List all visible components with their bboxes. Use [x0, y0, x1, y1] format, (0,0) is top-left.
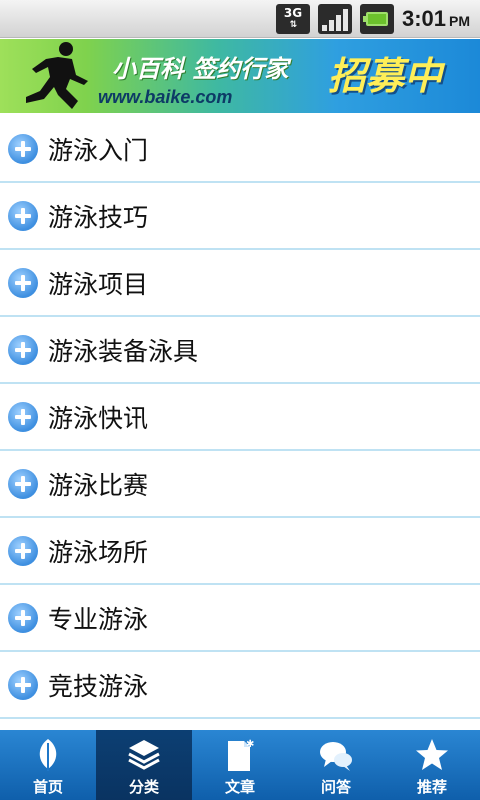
- expand-plus-icon: [8, 602, 38, 633]
- nav-label: 问答: [320, 778, 351, 796]
- expand-plus-icon: [8, 535, 38, 566]
- chat-bubbles-icon: [317, 736, 355, 774]
- banner-slogan: 小百科 签约行家: [112, 55, 289, 83]
- banner-headline: 招募中: [328, 54, 443, 98]
- star-icon: [413, 736, 451, 774]
- clock: 3:01 PM: [402, 6, 470, 32]
- list-item-label: 游泳入门: [48, 135, 149, 165]
- list-item-label: 专业游泳: [48, 604, 149, 634]
- list-item[interactable]: 游泳快讯: [0, 384, 480, 451]
- nav-label: 推荐: [416, 778, 447, 796]
- list-item[interactable]: 游泳入门: [0, 116, 480, 183]
- expand-plus-icon: [8, 200, 38, 231]
- list-item-label: 游泳项目: [48, 269, 149, 299]
- banner-url: www.baike.com: [98, 87, 233, 107]
- category-list: 游泳入门 游泳技巧 游泳项目 游泳装备泳具 游泳快讯 游泳比赛 游泳场所 专业游…: [0, 116, 480, 730]
- expand-plus-icon: [8, 401, 38, 432]
- battery-charging-icon: [359, 3, 394, 34]
- expand-plus-icon: [8, 267, 38, 298]
- data-arrows-icon: ⇅: [289, 19, 297, 30]
- nav-label: 文章: [224, 778, 255, 796]
- banner-ad[interactable]: 小百科 签约行家 www.baike.com 招募中: [0, 39, 480, 113]
- list-item[interactable]: 游泳技巧: [0, 183, 480, 250]
- list-item[interactable]: 专业游泳: [0, 585, 480, 652]
- status-bar: 3G ⇅ 3:01 PM: [0, 0, 480, 38]
- list-item[interactable]: 游泳场所: [0, 518, 480, 585]
- list-item[interactable]: 竞技游泳: [0, 652, 480, 719]
- layers-icon: [125, 736, 163, 774]
- list-item-label: 游泳比赛: [48, 470, 149, 500]
- list-item[interactable]: 游泳项目: [0, 250, 480, 317]
- nav-item-categories[interactable]: 分类: [96, 730, 192, 800]
- list-item-label: 游泳场所: [48, 537, 149, 567]
- clock-time: 3:01: [401, 5, 446, 31]
- list-item[interactable]: 游泳比赛: [0, 451, 480, 518]
- nav-item-articles[interactable]: ✱ 文章: [192, 730, 288, 800]
- expand-plus-icon: [8, 334, 38, 365]
- expand-plus-icon: [8, 133, 38, 164]
- nav-item-recommend[interactable]: 推荐: [384, 730, 480, 800]
- runner-silhouette-icon: [26, 42, 88, 109]
- nav-item-home[interactable]: 首页: [0, 730, 96, 800]
- nav-label: 分类: [128, 778, 159, 796]
- list-item-label: 游泳技巧: [48, 202, 149, 232]
- nav-label: 首页: [32, 778, 63, 796]
- svg-text:✱: ✱: [246, 739, 254, 750]
- list-item[interactable]: 游泳装备泳具: [0, 317, 480, 384]
- expand-plus-icon: [8, 468, 38, 499]
- network-label: 3G: [283, 5, 303, 20]
- signal-strength-icon: [317, 3, 352, 34]
- bottom-nav: 首页 分类 ✱ 文章 问答 推荐: [0, 730, 480, 800]
- network-3g-icon: 3G ⇅: [275, 3, 310, 34]
- clock-ampm: PM: [449, 12, 470, 29]
- document-icon: ✱: [221, 736, 259, 774]
- list-item-label: 竞技游泳: [48, 671, 149, 701]
- nav-item-qa[interactable]: 问答: [288, 730, 384, 800]
- list-item-label: 游泳装备泳具: [48, 336, 199, 366]
- expand-plus-icon: [8, 669, 38, 700]
- list-item-label: 游泳快讯: [48, 403, 149, 433]
- leaf-icon: [29, 736, 67, 774]
